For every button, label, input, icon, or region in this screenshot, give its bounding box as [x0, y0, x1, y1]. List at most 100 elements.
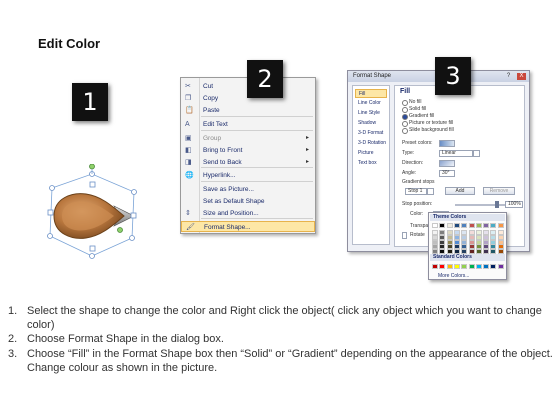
group-icon: ▣: [185, 135, 192, 142]
more-colors-option[interactable]: More Colors...: [432, 273, 469, 280]
submenu-arrow-icon: ▸: [305, 147, 309, 153]
stop-position-input[interactable]: 100%: [505, 201, 523, 208]
standard-color-swatch[interactable]: [475, 264, 482, 269]
submenu-arrow-icon: ▸: [305, 135, 309, 141]
menu-item-group[interactable]: ▣ Group ▸: [181, 133, 315, 144]
theme-color-swatch[interactable]: [439, 223, 446, 228]
scissors-icon: ✂: [185, 83, 191, 90]
nav-fill[interactable]: Fill: [355, 89, 387, 98]
stop-position-knob[interactable]: [495, 201, 499, 208]
step-badge-2: 2: [247, 60, 283, 98]
menu-item-set-as-default-shape[interactable]: Set as Default Shape: [181, 196, 315, 207]
selected-shape[interactable]: [44, 164, 160, 264]
color-label: Color:: [410, 211, 424, 217]
standard-color-swatch[interactable]: [432, 264, 438, 269]
theme-shade-swatch[interactable]: [468, 249, 475, 255]
direction-label: Direction:: [402, 160, 424, 166]
submenu-arrow-icon: ▸: [305, 159, 309, 165]
nav-3-d-rotation[interactable]: 3-D Rotation: [355, 139, 387, 148]
nav-line-color[interactable]: Line Color: [355, 99, 387, 108]
type-dropdown-arrow[interactable]: [473, 150, 480, 157]
menu-item-label: Paste: [203, 107, 220, 114]
instruction-text: Choose “Fill” in the Format Shape box th…: [27, 347, 553, 374]
preset-colors-label: Preset colors:: [402, 140, 433, 146]
theme-color-swatch[interactable]: [453, 223, 460, 228]
type-label: Type:: [402, 150, 415, 156]
add-stop-button[interactable]: Add: [445, 187, 475, 195]
instruction-text: Choose Format Shape in the dialog box.: [27, 333, 224, 346]
step-badge-1: 1: [72, 83, 108, 121]
theme-shade-swatch[interactable]: [439, 249, 446, 255]
radio-solid-fill[interactable]: Solid fill: [402, 106, 426, 113]
menu-item-label: Send to Back: [203, 159, 242, 166]
angle-input[interactable]: 30°: [439, 170, 455, 177]
standard-color-swatch[interactable]: [490, 264, 497, 269]
menu-item-hyperlink[interactable]: 🌐 Hyperlink...: [181, 170, 315, 181]
menu-item-label: Format Shape...: [204, 224, 251, 231]
standard-color-swatch[interactable]: [497, 264, 504, 269]
instruction-1: 1. Select the shape to change the color …: [8, 304, 556, 332]
theme-color-swatch[interactable]: [446, 223, 453, 228]
standard-color-swatch[interactable]: [468, 264, 475, 269]
menu-item-edit-text[interactable]: A Edit Text: [181, 119, 315, 130]
radio-picture-or-texture-fill[interactable]: Picture or texture fill: [402, 120, 453, 127]
menu-item-label: Group: [203, 135, 222, 142]
nav-3-d-format[interactable]: 3-D Format: [355, 129, 387, 138]
theme-shade-swatch[interactable]: [483, 249, 490, 255]
menu-item-label: Set as Default Shape: [203, 198, 265, 205]
direction-dropdown[interactable]: [439, 160, 455, 167]
theme-shade-swatch[interactable]: [497, 249, 504, 255]
standard-color-swatch[interactable]: [461, 264, 468, 269]
stop-position-slider[interactable]: [455, 204, 507, 206]
nav-picture[interactable]: Picture: [355, 149, 387, 158]
radio-slide-background-fill[interactable]: Slide background fill: [402, 127, 454, 134]
menu-item-size-and-position[interactable]: ⇕ Size and Position...: [181, 208, 315, 219]
remove-stop-button[interactable]: Remove: [483, 187, 515, 195]
close-button[interactable]: X: [517, 73, 526, 80]
type-select[interactable]: Linear: [439, 150, 473, 157]
instruction-text: Select the shape to change the color and…: [27, 305, 542, 332]
menu-separator: [201, 130, 313, 131]
theme-shade-swatch[interactable]: [461, 249, 468, 255]
theme-shade-swatch[interactable]: [453, 249, 460, 255]
menu-item-send-to-back[interactable]: ◨ Send to Back ▸: [181, 157, 315, 168]
theme-color-swatch[interactable]: [490, 223, 497, 228]
context-menu: ✂ Cut ❐ Copy 📋 Paste A Edit Text ▣ Group ▸ ◧ Bring t…: [180, 77, 316, 234]
preset-colors-dropdown[interactable]: [439, 140, 455, 147]
menu-separator: [201, 181, 313, 182]
theme-color-swatch[interactable]: [497, 223, 504, 228]
menu-item-label: Cut: [203, 83, 214, 90]
theme-shade-swatch[interactable]: [475, 249, 482, 255]
menu-item-paste[interactable]: 📋 Paste: [181, 105, 315, 116]
nav-text-box[interactable]: Text box: [355, 159, 387, 168]
theme-color-swatch[interactable]: [432, 223, 438, 228]
help-button[interactable]: ?: [504, 73, 513, 80]
nav-shadow[interactable]: Shadow: [355, 119, 387, 128]
standard-color-swatch[interactable]: [439, 264, 446, 269]
theme-color-swatch[interactable]: [483, 223, 490, 228]
standard-color-swatch[interactable]: [453, 264, 460, 269]
instruction-number: 3.: [8, 347, 18, 360]
copy-icon: ❐: [185, 95, 192, 102]
theme-color-swatch[interactable]: [461, 223, 468, 228]
radio-gradient-fill[interactable]: Gradient fill: [402, 113, 434, 120]
stop-select[interactable]: Stop 1: [405, 188, 427, 195]
rotate-label: Rotate: [410, 232, 425, 238]
theme-color-swatch[interactable]: [475, 223, 482, 228]
theme-shade-swatch[interactable]: [490, 249, 497, 255]
standard-color-swatch[interactable]: [446, 264, 453, 269]
stop-dropdown-arrow[interactable]: [427, 188, 434, 195]
step-badge-3: 3: [435, 57, 471, 95]
nav-line-style[interactable]: Line Style: [355, 109, 387, 118]
radio-no-fill[interactable]: No fill: [402, 99, 422, 106]
theme-shade-swatch[interactable]: [446, 249, 453, 255]
adjust-handle: [117, 227, 123, 233]
theme-shade-swatch[interactable]: [432, 249, 438, 255]
theme-color-swatch[interactable]: [468, 223, 475, 228]
menu-item-bring-to-front[interactable]: ◧ Bring to Front ▸: [181, 145, 315, 156]
paste-icon: 📋: [185, 107, 194, 114]
menu-item-format-shape[interactable]: 🖌 Format Shape...: [181, 221, 315, 232]
menu-item-save-as-picture[interactable]: Save as Picture...: [181, 184, 315, 195]
rotate-checkbox[interactable]: [402, 232, 407, 239]
standard-color-swatch[interactable]: [483, 264, 490, 269]
